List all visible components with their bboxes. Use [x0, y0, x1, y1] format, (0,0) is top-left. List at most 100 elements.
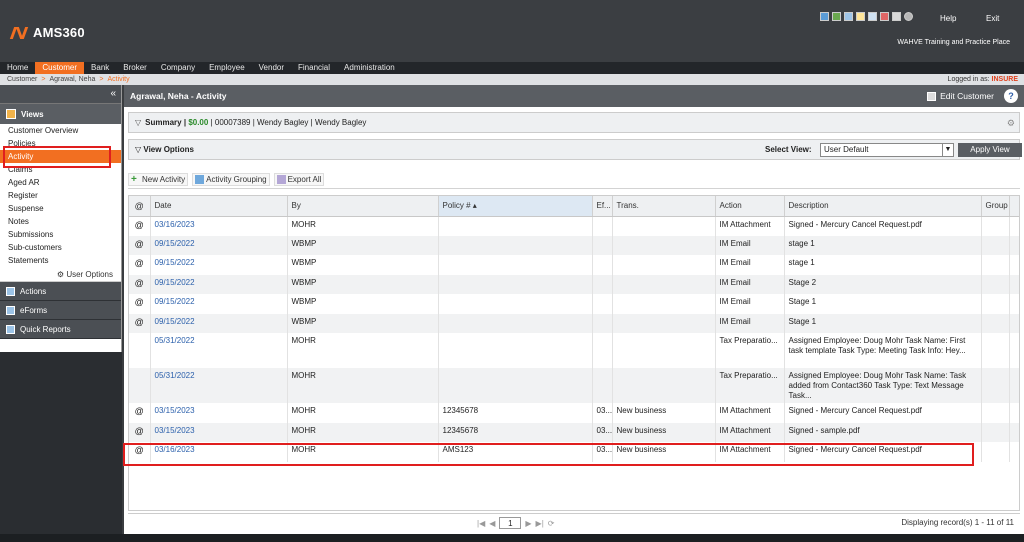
breadcrumb-customer[interactable]: Customer	[7, 76, 37, 83]
nav-bank[interactable]: Bank	[84, 62, 116, 74]
collapse-view-options-icon[interactable]: ▽	[135, 145, 141, 154]
checkbox-icon[interactable]	[820, 12, 829, 21]
cell-date[interactable]: 03/15/2023	[150, 422, 288, 442]
cell-date[interactable]: 09/15/2022	[150, 313, 288, 333]
cell-trans	[612, 274, 716, 294]
sidebar-item-notes[interactable]: Notes	[0, 215, 121, 228]
cell-date[interactable]: 03/15/2023	[150, 403, 288, 423]
copy-icon[interactable]	[844, 12, 853, 21]
col-header-action[interactable]: Action	[715, 196, 785, 217]
cell-by: MOHR	[287, 403, 439, 423]
table-row[interactable]: @09/15/2022 WBMP IM Email stage 1	[129, 255, 1019, 275]
col-header-trans[interactable]: Trans.	[612, 196, 716, 217]
note-icon[interactable]	[856, 12, 865, 21]
logged-in-info: Logged in as: INSURE	[947, 76, 1018, 83]
table-row[interactable]: @09/15/2022 WBMP IM Email Stage 2	[129, 274, 1019, 294]
collapse-sidebar-icon[interactable]: «	[0, 85, 121, 103]
last-page-icon[interactable]: ▶|	[536, 519, 544, 528]
eforms-icon	[6, 305, 15, 315]
sidebar-section-actions[interactable]: Actions	[0, 282, 121, 301]
sidebar-section-quick-reports[interactable]: Quick Reports	[0, 320, 121, 339]
document-icon[interactable]	[868, 12, 877, 21]
breadcrumb-customer-name[interactable]: Agrawal, Neha	[49, 76, 95, 83]
cell-action: IM Email	[715, 235, 785, 255]
edit-customer-button[interactable]: Edit Customer	[927, 85, 994, 107]
next-page-icon[interactable]: ▶	[525, 519, 531, 528]
user-options-link[interactable]: ⚙ User Options	[0, 267, 121, 282]
logo-mark-icon	[9, 26, 29, 39]
cell-clip: @	[129, 403, 151, 423]
main-panel: Agrawal, Neha - Activity Edit Customer ?…	[124, 85, 1024, 542]
nav-company[interactable]: Company	[154, 62, 202, 74]
help-icon[interactable]: ?	[1004, 89, 1018, 103]
cell-filler	[1009, 422, 1019, 442]
select-view-dropdown[interactable]: User Default ▼	[820, 143, 954, 157]
b-icon[interactable]	[832, 12, 841, 21]
col-header-group[interactable]: Group	[981, 196, 1010, 217]
page-number-input[interactable]: 1	[499, 517, 522, 529]
sidebar-item-sub-customers[interactable]: Sub-customers	[0, 241, 121, 254]
table-row[interactable]: @09/15/2022 WBMP IM Email Stage 1	[129, 294, 1019, 314]
cell-action: IM Email	[715, 255, 785, 275]
table-row[interactable]: 05/31/2022 MOHR Tax Preparatio... Assigned …	[129, 333, 1019, 368]
cell-action: IM Email	[715, 313, 785, 333]
refresh-icon[interactable]: ⟳	[548, 519, 555, 528]
export-icon	[276, 175, 286, 184]
cell-date[interactable]: 09/15/2022	[150, 274, 288, 294]
cell-date[interactable]: 09/15/2022	[150, 235, 288, 255]
new-activity-button[interactable]: + New Activity	[128, 173, 189, 186]
nav-customer[interactable]: Customer	[35, 62, 85, 74]
cell-date[interactable]: 05/31/2022	[150, 333, 288, 368]
calendar-icon[interactable]	[880, 12, 889, 21]
sidebar-item-statements[interactable]: Statements	[0, 254, 121, 267]
cell-by: MOHR	[287, 333, 439, 368]
sidebar-item-register[interactable]: Register	[0, 189, 121, 202]
exit-link[interactable]: Exit	[986, 14, 999, 23]
table-row[interactable]: @03/15/2023 MOHR 12345678 03... New business…	[129, 422, 1019, 442]
nav-financial[interactable]: Financial	[291, 62, 337, 74]
col-header-filler	[1009, 196, 1019, 217]
cell-trans: New business	[612, 403, 716, 423]
chevron-down-icon[interactable]: ▼	[942, 144, 953, 156]
collapse-summary-icon[interactable]: ▽	[135, 118, 141, 127]
sidebar-item-aged-ar[interactable]: Aged AR	[0, 176, 121, 189]
col-header-policy[interactable]: Policy # ▴	[438, 196, 593, 217]
table-row[interactable]: @03/15/2023 MOHR 12345678 03... New business…	[129, 403, 1019, 423]
settings-icon[interactable]	[904, 12, 913, 21]
table-row[interactable]: @09/15/2022 WBMP IM Email stage 1	[129, 235, 1019, 255]
col-header-attachment[interactable]: @	[129, 196, 151, 217]
grid-icon[interactable]	[892, 12, 901, 21]
first-page-icon[interactable]: |◀	[477, 519, 485, 528]
col-header-ef[interactable]: Ef...	[592, 196, 613, 217]
sidebar-section-eforms[interactable]: eForms	[0, 301, 121, 320]
cell-date[interactable]: 09/15/2022	[150, 294, 288, 314]
table-row[interactable]: @03/16/2023 MOHR IM Attachment Signed - Mer…	[129, 216, 1019, 236]
sidebar-item-customer-overview[interactable]: Customer Overview	[0, 124, 121, 137]
select-view-label: Select View:	[765, 145, 812, 154]
table-row[interactable]: 05/31/2022 MOHR Tax Preparatio... Assigned …	[129, 368, 1019, 403]
nav-broker[interactable]: Broker	[116, 62, 154, 74]
export-all-button[interactable]: Export All	[273, 173, 325, 186]
nav-employee[interactable]: Employee	[202, 62, 252, 74]
cell-policy	[438, 294, 593, 314]
summary-gear-icon[interactable]: ⚙	[1007, 113, 1015, 133]
views-header[interactable]: Views	[0, 103, 121, 124]
nav-administration[interactable]: Administration	[337, 62, 402, 74]
sidebar-item-suspense[interactable]: Suspense	[0, 202, 121, 215]
cell-date[interactable]: 03/16/2023	[150, 216, 288, 236]
col-header-date[interactable]: Date	[150, 196, 288, 217]
apply-view-button[interactable]: Apply View	[958, 143, 1022, 157]
nav-vendor[interactable]: Vendor	[252, 62, 291, 74]
col-header-description[interactable]: Description	[784, 196, 982, 217]
sidebar-item-submissions[interactable]: Submissions	[0, 228, 121, 241]
prev-page-icon[interactable]: ◀	[489, 519, 495, 528]
summary-panel[interactable]: ▽ Summary | $0.00 | 00007389 | Wendy Bagl…	[128, 112, 1020, 133]
table-row[interactable]: @09/15/2022 WBMP IM Email Stage 1	[129, 313, 1019, 333]
help-link[interactable]: Help	[940, 14, 956, 23]
activity-grouping-button[interactable]: Activity Grouping	[192, 173, 270, 186]
col-header-by[interactable]: By	[287, 196, 439, 217]
nav-home[interactable]: Home	[0, 62, 35, 74]
cell-trans	[612, 368, 716, 403]
cell-date[interactable]: 05/31/2022	[150, 368, 288, 403]
cell-date[interactable]: 09/15/2022	[150, 255, 288, 275]
